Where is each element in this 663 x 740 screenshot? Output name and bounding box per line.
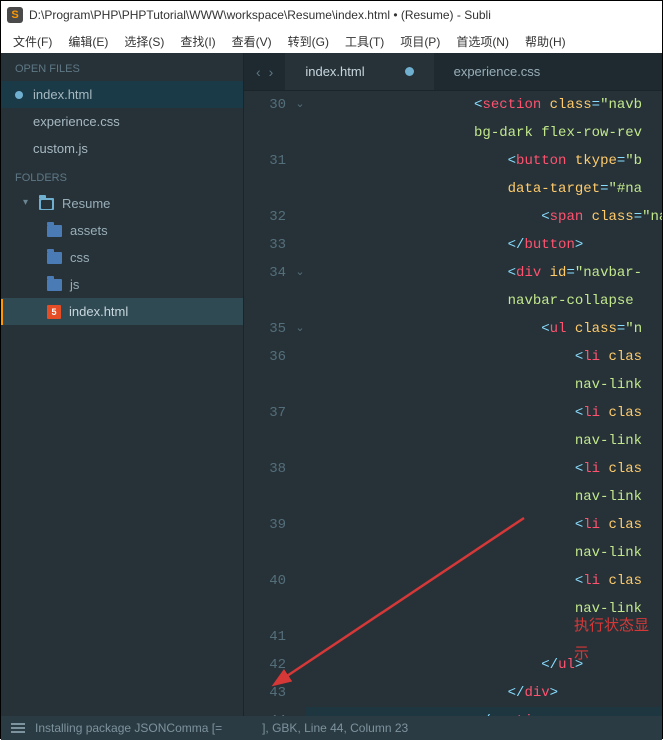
tab-inactive[interactable]: experience.css: [434, 53, 561, 90]
menubar: 文件(F) 编辑(E) 选择(S) 查找(I) 查看(V) 转到(G) 工具(T…: [1, 29, 662, 53]
folder-root[interactable]: Resume: [1, 190, 243, 217]
folder-item[interactable]: css: [1, 244, 243, 271]
status-bar: Installing package JSONComma [= ], GBK, …: [1, 716, 662, 740]
menu-select[interactable]: 选择(S): [116, 31, 172, 52]
tab-active[interactable]: index.html: [285, 53, 433, 90]
chevron-down-icon: [25, 200, 33, 208]
folder-item[interactable]: js: [1, 271, 243, 298]
status-right: ], GBK, Line 44, Column 23: [262, 721, 408, 735]
titlebar: D:\Program\PHP\PHPTutorial\WWW\workspace…: [1, 1, 662, 29]
status-left: Installing package JSONComma [=: [35, 721, 222, 735]
folder-icon: [47, 279, 62, 291]
tab-label: index.html: [305, 64, 364, 79]
menu-file[interactable]: 文件(F): [5, 31, 60, 52]
tab-label: experience.css: [454, 64, 541, 79]
folder-label: css: [70, 250, 90, 265]
sidebar: OPEN FILES index.html experience.css cus…: [1, 53, 244, 716]
panel-menu-icon[interactable]: [11, 723, 25, 733]
line-gutter: 3031323334353637383940414243444546: [244, 91, 294, 716]
menu-goto[interactable]: 转到(G): [280, 31, 337, 52]
menu-project[interactable]: 项目(P): [392, 31, 448, 52]
prev-tab-icon[interactable]: ‹: [252, 64, 265, 80]
app-icon: [7, 7, 23, 23]
open-file-item[interactable]: index.html: [1, 81, 243, 108]
folder-icon: [39, 198, 54, 210]
html-file-icon: [47, 305, 61, 319]
folders-title: FOLDERS: [1, 162, 243, 190]
fold-column: ⌄⌄⌄⌄: [294, 91, 306, 716]
menu-find[interactable]: 查找(I): [172, 31, 223, 52]
open-file-label: custom.js: [33, 141, 88, 156]
open-files-title: OPEN FILES: [1, 53, 243, 81]
open-file-item[interactable]: experience.css: [1, 108, 243, 135]
open-file-label: index.html: [33, 87, 92, 102]
folder-item[interactable]: assets: [1, 217, 243, 244]
folder-label: Resume: [62, 196, 110, 211]
code-content[interactable]: <section class="navb bg-dark flex-row-re…: [306, 91, 662, 716]
folder-label: assets: [70, 223, 108, 238]
modified-dot-icon: [405, 67, 414, 76]
menu-edit[interactable]: 编辑(E): [60, 31, 116, 52]
file-item[interactable]: index.html: [1, 298, 243, 325]
open-file-item[interactable]: custom.js: [1, 135, 243, 162]
modified-dot-icon: [15, 91, 23, 99]
editor-area: ‹ › index.html experience.css 3031323334…: [244, 53, 662, 716]
menu-prefs[interactable]: 首选项(N): [448, 31, 517, 52]
open-file-label: experience.css: [33, 114, 120, 129]
window-title: D:\Program\PHP\PHPTutorial\WWW\workspace…: [29, 8, 491, 22]
menu-help[interactable]: 帮助(H): [517, 31, 574, 52]
menu-view[interactable]: 查看(V): [224, 31, 280, 52]
menu-tools[interactable]: 工具(T): [337, 31, 392, 52]
tab-bar: ‹ › index.html experience.css: [244, 53, 662, 91]
next-tab-icon[interactable]: ›: [265, 64, 278, 80]
code-editor[interactable]: 3031323334353637383940414243444546 ⌄⌄⌄⌄ …: [244, 91, 662, 716]
folder-icon: [47, 225, 62, 237]
folder-icon: [47, 252, 62, 264]
folder-label: js: [70, 277, 79, 292]
file-label: index.html: [69, 304, 128, 319]
